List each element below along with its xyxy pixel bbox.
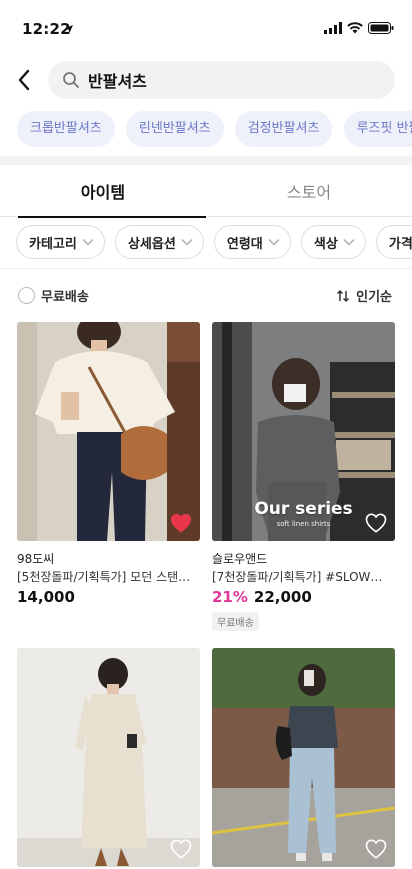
product-price: 14,000 (17, 588, 75, 606)
heart-icon[interactable] (365, 839, 387, 859)
chevron-down-icon (268, 239, 280, 246)
product-price-row: 21% 22,000 (212, 588, 312, 606)
heart-icon[interactable] (170, 839, 192, 859)
wifi-icon (347, 22, 363, 34)
filter-divider (0, 268, 412, 269)
product-title: [5천장돌파/기획특가] 모던 스탠드카라 반팔셔츠 (17, 570, 195, 584)
product-photo (212, 648, 395, 867)
filter-bar: 카테고리 상세옵션 연령대 색상 가격 (0, 225, 412, 261)
discount-rate: 21% (212, 588, 248, 606)
product-image[interactable] (17, 322, 200, 541)
chevron-down-icon (181, 239, 193, 246)
search-header: 반팔셔츠 (0, 56, 412, 104)
tab-items[interactable]: 아이템 (0, 165, 206, 218)
list-options: 무료배송 인기순 (0, 280, 412, 310)
heart-icon[interactable] (170, 513, 192, 533)
chevron-down-icon (82, 239, 94, 246)
suggestion-chip[interactable]: 루즈핏 반팔셔츠 (343, 111, 412, 147)
product-image[interactable]: Our series soft linen shirts (212, 322, 395, 541)
filter-label: 연령대 (226, 236, 263, 252)
filter-label: 색상 (313, 236, 338, 252)
chevron-left-icon (18, 69, 30, 91)
sort-icon (337, 289, 350, 302)
suggestion-chip[interactable]: 크롭반팔셔츠 (17, 111, 115, 147)
suggestion-chips: 크롭반팔셔츠 린넨반팔셔츠 검정반팔셔츠 루즈핏 반팔셔츠 (0, 111, 412, 147)
filter-label: 가격 (388, 236, 412, 252)
product-brand: 슬로우앤드 (212, 552, 268, 566)
filter-label: 상세옵션 (127, 236, 176, 252)
product-title: [7천장돌파/기획특가] #SLOWMADE 린넨 반팔셔츠 (212, 570, 390, 584)
free-shipping-toggle[interactable]: 무료배송 (18, 286, 89, 305)
free-shipping-label: 무료배송 (41, 290, 89, 305)
product-price-row: 14,000 (17, 588, 75, 606)
chevron-down-icon (343, 239, 355, 246)
product-image[interactable] (212, 648, 395, 867)
product-price: 22,000 (253, 588, 312, 606)
product-photo (17, 648, 200, 867)
free-shipping-badge: 무료배송 (212, 612, 259, 631)
result-tabs: 아이템 스토어 (0, 165, 412, 218)
heart-icon[interactable] (365, 513, 387, 533)
filter-detail-options[interactable]: 상세옵션 (114, 225, 204, 259)
battery-icon (368, 22, 394, 34)
product-photo (17, 322, 200, 541)
location-arrow-icon (65, 25, 73, 33)
product-card[interactable] (17, 648, 200, 867)
search-icon (63, 72, 79, 88)
search-query: 반팔셔츠 (88, 72, 147, 91)
sort-button[interactable]: 인기순 (336, 286, 392, 305)
filter-color[interactable]: 색상 (300, 225, 366, 259)
suggestion-chip[interactable]: 린넨반팔셔츠 (125, 111, 224, 147)
product-brand: 98도씨 (17, 552, 55, 566)
product-card[interactable]: Our series soft linen shirts 슬로우앤드 [7천장돌… (212, 322, 395, 632)
back-button[interactable] (12, 66, 36, 94)
status-bar: 12:22 (0, 0, 412, 56)
signal-icon (324, 22, 342, 34)
suggestion-chip[interactable]: 검정반팔셔츠 (234, 111, 333, 147)
checkbox-circle-icon (18, 287, 35, 304)
status-icons (324, 22, 394, 34)
tab-stores[interactable]: 스토어 (206, 165, 412, 217)
filter-price[interactable]: 가격 (375, 225, 412, 259)
filter-age[interactable]: 연령대 (213, 225, 291, 259)
sort-label: 인기순 (356, 290, 392, 305)
product-card[interactable]: 98도씨 [5천장돌파/기획특가] 모던 스탠드카라 반팔셔츠 14,000 (17, 322, 200, 622)
product-card[interactable] (212, 648, 395, 867)
search-input[interactable]: 반팔셔츠 (48, 61, 395, 99)
filter-label: 카테고리 (29, 236, 77, 252)
product-image[interactable] (17, 648, 200, 867)
section-divider (0, 156, 412, 165)
filter-category[interactable]: 카테고리 (16, 225, 105, 259)
